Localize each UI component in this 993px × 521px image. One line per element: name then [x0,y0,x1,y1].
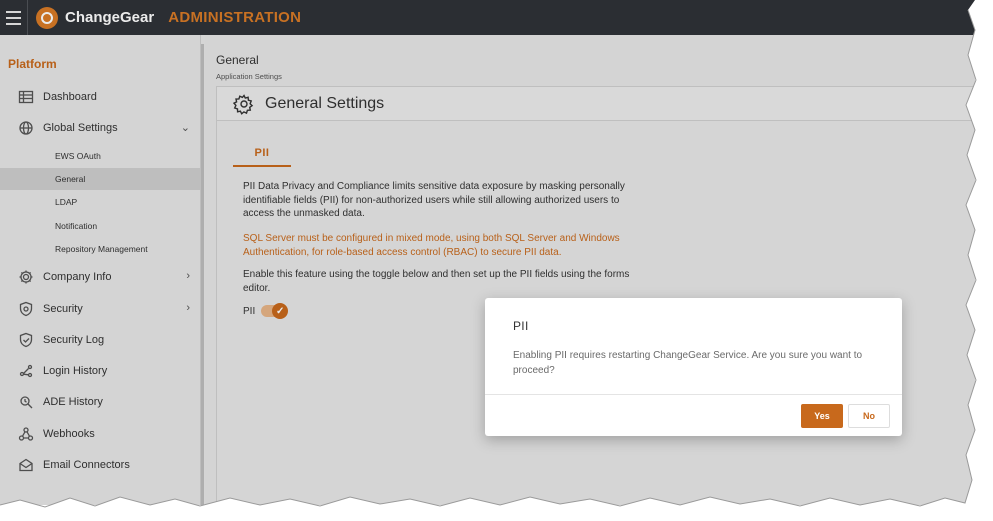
confirm-dialog: PII Enabling PII requires restarting Cha… [485,298,902,436]
dialog-divider [485,394,902,395]
dialog-message: Enabling PII requires restarting ChangeG… [513,350,863,376]
dialog-title: PII [513,319,529,333]
app-window: ChangeGear ADMINISTRATION Platform Dashb… [0,0,975,505]
no-button[interactable]: No [848,404,890,428]
yes-button[interactable]: Yes [801,404,843,428]
